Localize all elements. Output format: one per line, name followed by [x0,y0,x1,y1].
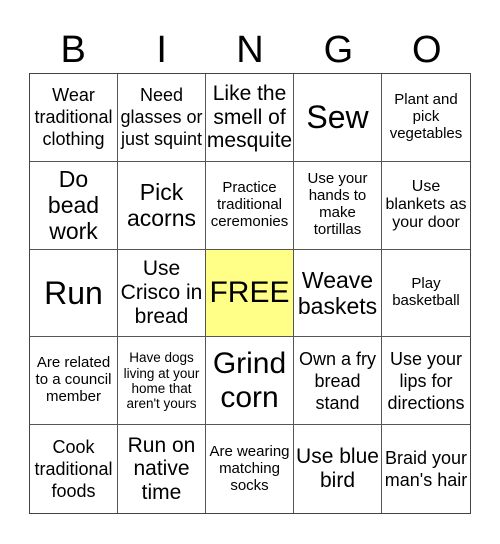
bingo-cell[interactable]: Use blankets as your door [382,162,470,250]
free-space[interactable]: FREE [206,249,294,338]
bingo-cell[interactable]: Pick acorns [118,161,206,250]
bingo-cell[interactable]: Play basketball [382,250,470,338]
header-letter-i: I [156,29,167,71]
bingo-cell[interactable]: Need glasses or just squint [118,74,206,162]
bingo-cell[interactable]: Use your lips for directions [382,337,470,426]
bingo-cell[interactable]: Use Crisco in bread [118,249,206,338]
bingo-cell[interactable]: Braid your man's hair [382,425,470,513]
bingo-cell[interactable]: Plant and pick vegetables [382,74,470,162]
bingo-cell[interactable]: Use blue bird [294,425,382,513]
bingo-cell[interactable]: Are wearing matching socks [206,425,294,513]
header-letter-b: B [60,29,86,71]
header-letter-g: G [323,29,354,71]
bingo-grid: Wear traditional clothing Need glasses o… [29,73,471,514]
bingo-cell[interactable]: Cook traditional foods [30,425,118,513]
bingo-cell[interactable]: Sew [294,74,382,162]
bingo-cell[interactable]: Are related to a council member [30,337,118,426]
header-letter-o: O [412,29,442,71]
bingo-cell[interactable]: Run on native time [118,425,206,513]
header-letter-n: N [236,29,264,71]
bingo-header: B I N G O [29,28,471,73]
bingo-cell[interactable]: Have dogs living at your home that aren'… [118,337,206,426]
bingo-cell[interactable]: Own a fry bread stand [294,337,382,426]
bingo-cell[interactable]: Use your hands to make tortillas [294,161,382,250]
bingo-cell[interactable]: Wear traditional clothing [30,74,118,162]
bingo-cell[interactable]: Run [30,249,118,338]
bingo-cell[interactable]: Do bead work [30,161,118,250]
bingo-cell[interactable]: Like the smell of mesquite [206,74,294,162]
bingo-cell[interactable]: Practice traditional ceremonies [206,161,294,250]
bingo-cell[interactable]: Grind corn [206,337,294,426]
bingo-cell[interactable]: Weave baskets [294,249,382,338]
